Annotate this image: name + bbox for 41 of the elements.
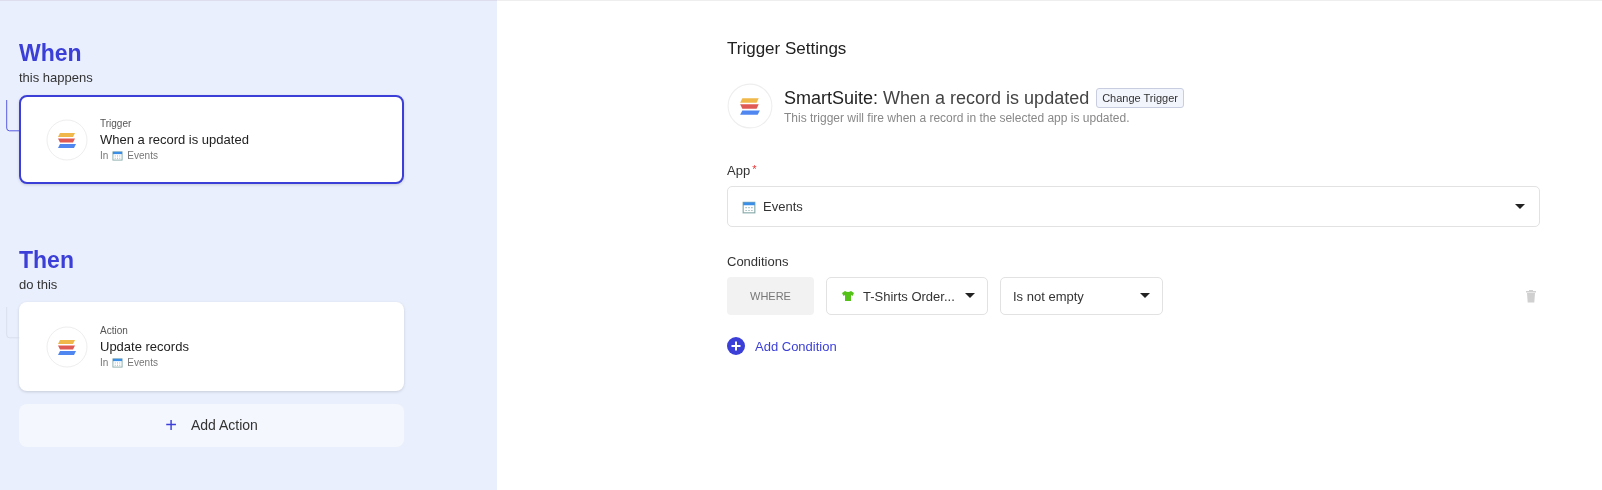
step-type: Action — [100, 325, 129, 336]
app-name: Events — [127, 150, 158, 161]
caret-icon — [1515, 203, 1525, 210]
in-label: In — [100, 357, 109, 368]
section-subheading: this happens — [19, 70, 94, 85]
conditions-label: Conditions — [727, 254, 790, 269]
change-trigger-button[interactable]: Change Trigger — [1096, 88, 1184, 108]
section-heading: When — [19, 39, 83, 67]
section-heading: Then — [19, 246, 75, 274]
logo-icon — [727, 83, 773, 129]
trigger-name: SmartSuite: When a record is updated — [784, 87, 1090, 109]
logo-icon — [46, 325, 88, 368]
shirt-icon — [841, 290, 855, 302]
step-card[interactable]: Trigger When a record is updated In Events — [19, 95, 404, 184]
step-title: Update records — [100, 339, 189, 354]
logo-icon — [46, 118, 88, 161]
select-value: Events — [763, 199, 804, 214]
in-label: In — [100, 150, 109, 161]
add-condition-button[interactable]: Add Condition — [727, 337, 837, 355]
app-select[interactable]: Events — [727, 186, 1540, 227]
operator-select[interactable]: Is not empty — [1000, 277, 1163, 315]
step-card[interactable]: Action Update records In Events — [19, 302, 404, 391]
where-label: WHERE — [727, 277, 814, 315]
select-value: T-Shirts Order... — [863, 288, 956, 304]
required-mark: * — [752, 163, 757, 175]
caret-icon — [965, 293, 975, 299]
field-select[interactable]: T-Shirts Order... — [826, 277, 988, 315]
select-value: Is not empty — [1013, 288, 1085, 304]
add-icon — [727, 337, 745, 355]
calendar-icon — [742, 199, 756, 214]
step-type: Trigger — [100, 118, 133, 129]
delete-icon[interactable] — [1525, 289, 1537, 303]
app-name: Events — [127, 357, 158, 368]
settings-title: Trigger Settings — [727, 39, 848, 59]
trigger-description: This trigger will fire when a record in the selected app is updated. — [784, 110, 1131, 125]
calendar-icon — [112, 357, 124, 368]
section-subheading: do this — [19, 277, 59, 292]
step-title: When a record is updated — [100, 132, 249, 147]
caret-icon — [1140, 293, 1150, 299]
calendar-icon — [112, 150, 124, 161]
field-label: App — [727, 163, 751, 178]
